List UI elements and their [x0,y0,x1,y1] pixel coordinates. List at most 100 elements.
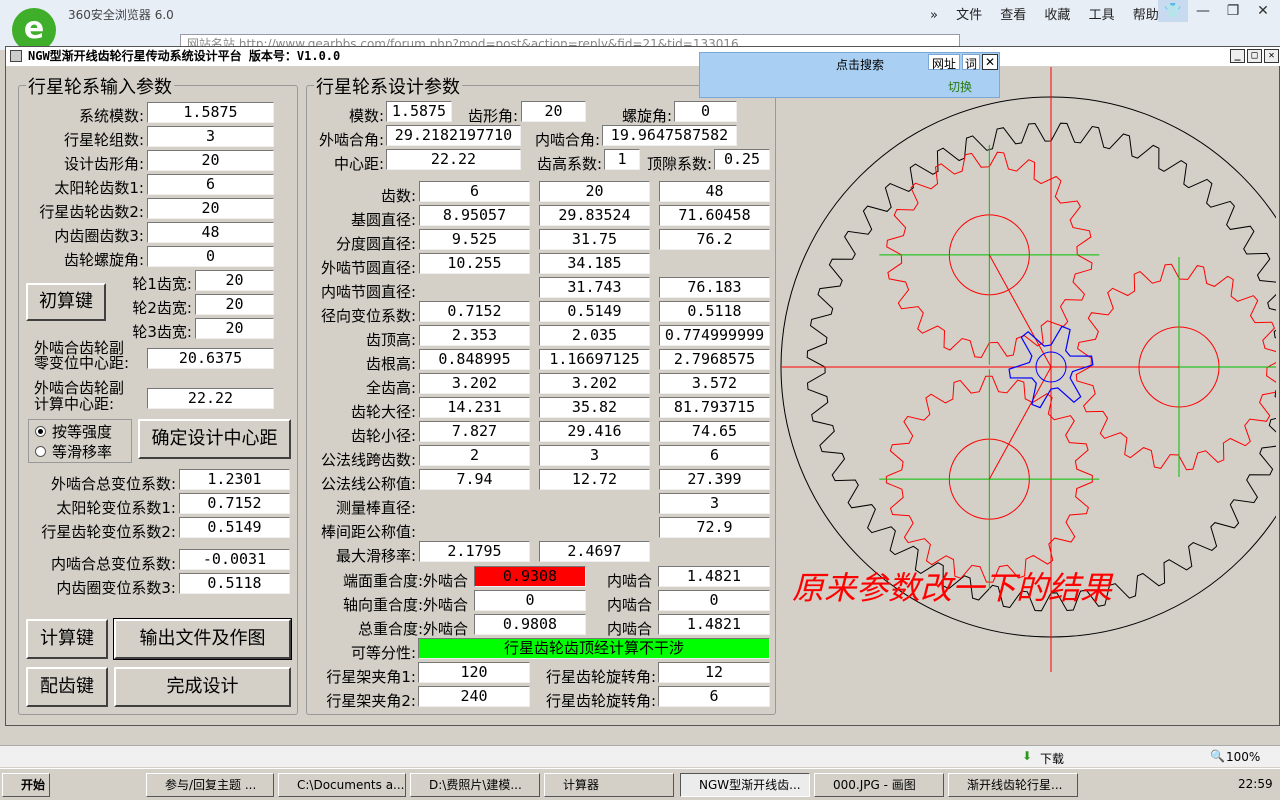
planet-shift-label: 行星齿轮变位系数2: [41,523,176,541]
row-value: 31.75 [539,229,650,250]
radio-equal-slip[interactable] [35,446,46,457]
app-window: NGW型渐开线齿轮行星传动系统设计平台 版本号：V1.0.0 _ □ ✕ 行星轮… [5,46,1280,726]
match-teeth-button[interactable]: 配齿键 [26,667,108,707]
face-overlap-int-label: 内啮合 [606,572,652,590]
row-value: 20 [539,181,650,202]
radio-equal-strength[interactable] [35,426,46,437]
row-value: 2.7968575 [659,349,770,370]
field-label: 行星轮组数: [63,131,144,149]
row-value: 76.2 [659,229,770,250]
int-total-label: 内啮合总变位系数: [50,555,176,573]
zoom-level[interactable]: 100% [1226,750,1260,764]
rot2-value: 6 [658,686,770,707]
width-label: 轮1齿宽: [132,275,192,293]
task-button[interactable]: D:\费照片\建模... [410,773,540,797]
menu-view[interactable]: 查看 [1000,8,1026,23]
sun-teeth-input[interactable]: 6 [147,174,274,195]
restore-icon[interactable]: ❐ [1218,0,1248,22]
row-label: 最大滑移率: [335,547,416,565]
menu-arrow-icon[interactable]: » [930,8,938,23]
close-icon[interactable]: ✕ [1248,0,1278,22]
calc-button[interactable]: 计算键 [26,619,108,659]
axial-overlap-label: 轴向重合度:外啮合 [342,596,468,614]
app-maximize-icon[interactable]: □ [1247,49,1262,63]
planet-count-input[interactable]: 3 [147,126,274,147]
app-close-icon[interactable]: ✕ [1264,49,1279,63]
width1-input[interactable]: 20 [195,270,274,291]
total-overlap-int: 1.4821 [658,614,770,635]
width3-input[interactable]: 20 [195,318,274,339]
row-value: 2.4697 [539,541,650,562]
init-calc-button[interactable]: 初算键 [26,283,106,321]
row-value: 3.202 [539,373,650,394]
app-title: NGW型渐开线齿轮行星传动系统设计平台 版本号：V1.0.0 [28,49,341,63]
app-minimize-icon[interactable]: _ [1230,49,1245,63]
task-button[interactable]: 参与/回复主题 ... [146,773,274,797]
taskbar: 开始 参与/回复主题 ... C:\Documents a... D:\费照片\… [0,768,1280,800]
face-overlap-ext: 0.9308 [474,566,586,587]
calc-center-distance[interactable]: 22.22 [147,388,274,409]
int-total-shift: -0.0031 [179,549,290,570]
finish-design-button[interactable]: 完成设计 [114,667,291,707]
ring-shift: 0.5118 [179,573,290,594]
popup-switch[interactable]: 切换 [948,78,972,95]
task-button[interactable]: 计算器 [544,773,674,797]
row-value: 0.848995 [419,349,530,370]
row-value: 12.72 [539,469,650,490]
row-value: 3 [539,445,650,466]
calc-center-label: 计算中心距: [34,395,115,413]
int-angle-label: 内啮合角: [534,131,600,149]
row-label: 内啮节圆直径: [320,283,416,301]
helix-angle-input[interactable]: 0 [147,246,274,267]
row-value: 2.1795 [419,541,530,562]
row-value: 8.95057 [419,205,530,226]
field-label: 设计齿形角: [63,155,144,173]
field-label: 内齿圈齿数3: [54,227,144,245]
ext-total-shift: 1.2301 [179,469,290,490]
menu-tools[interactable]: 工具 [1089,8,1115,23]
addendum-coef-label: 齿高系数: [536,155,602,173]
task-button[interactable]: C:\Documents a... [278,773,406,797]
confirm-center-button[interactable]: 确定设计中心距 [138,419,291,459]
task-button[interactable]: 渐开线齿轮行星... [948,773,1078,797]
carrier2-value: 240 [418,686,530,707]
menu-file[interactable]: 文件 [956,8,982,23]
row-value: 31.743 [539,277,650,298]
rot1-value: 12 [658,662,770,683]
start-button[interactable]: 开始 [2,773,50,797]
rot2-label: 行星齿轮旋转角: [545,692,656,710]
ring-teeth-input[interactable]: 48 [147,222,274,243]
helix-value: 0 [674,101,737,122]
skin-icon[interactable]: 👕 [1158,0,1188,22]
zoom-icon[interactable]: 🔍 [1210,749,1225,763]
planet-teeth-input[interactable]: 20 [147,198,274,219]
download-label[interactable]: 下载 [1040,750,1064,767]
row-value: 2 [419,445,530,466]
app-icon [10,50,22,62]
total-overlap-label: 总重合度:外啮合 [357,620,468,638]
task-button[interactable]: 000.JPG - 画图 [814,773,944,797]
task-button-active[interactable]: NGW型渐开线齿... [680,773,810,797]
download-icon[interactable]: ⬇ [1022,749,1032,763]
popup-search-label[interactable]: 点击搜索 [836,56,884,73]
menu-favorites[interactable]: 收藏 [1044,8,1070,23]
row-value: 2.353 [419,325,530,346]
minimize-icon[interactable]: — [1188,0,1218,22]
row-value: 9.525 [419,229,530,250]
annotation-text: 原来参数改一下的结果 [792,569,1113,607]
ring-shift-label: 内齿圈变位系数3: [56,579,176,597]
module-label: 模数: [348,107,384,125]
popup-close-icon[interactable]: ✕ [982,54,998,70]
output-plot-button[interactable]: 输出文件及作图 [113,618,292,660]
field-label: 行星齿轮齿数2: [39,203,144,221]
width2-input[interactable]: 20 [195,294,274,315]
menu-help[interactable]: 帮助 [1133,8,1159,23]
module-input[interactable]: 1.5875 [147,102,274,123]
row-value: 3 [659,493,770,514]
popup-tab-url[interactable]: 网址 [928,54,960,71]
row-label: 齿数: [380,187,416,205]
popup-tab-word[interactable]: 词 [962,54,980,71]
browser-statusbar: ⬇ 下载 🔍 100% [0,745,1280,767]
pressure-angle-input[interactable]: 20 [147,150,274,171]
app-titlebar: NGW型渐开线齿轮行星传动系统设计平台 版本号：V1.0.0 _ □ ✕ [6,47,1280,66]
